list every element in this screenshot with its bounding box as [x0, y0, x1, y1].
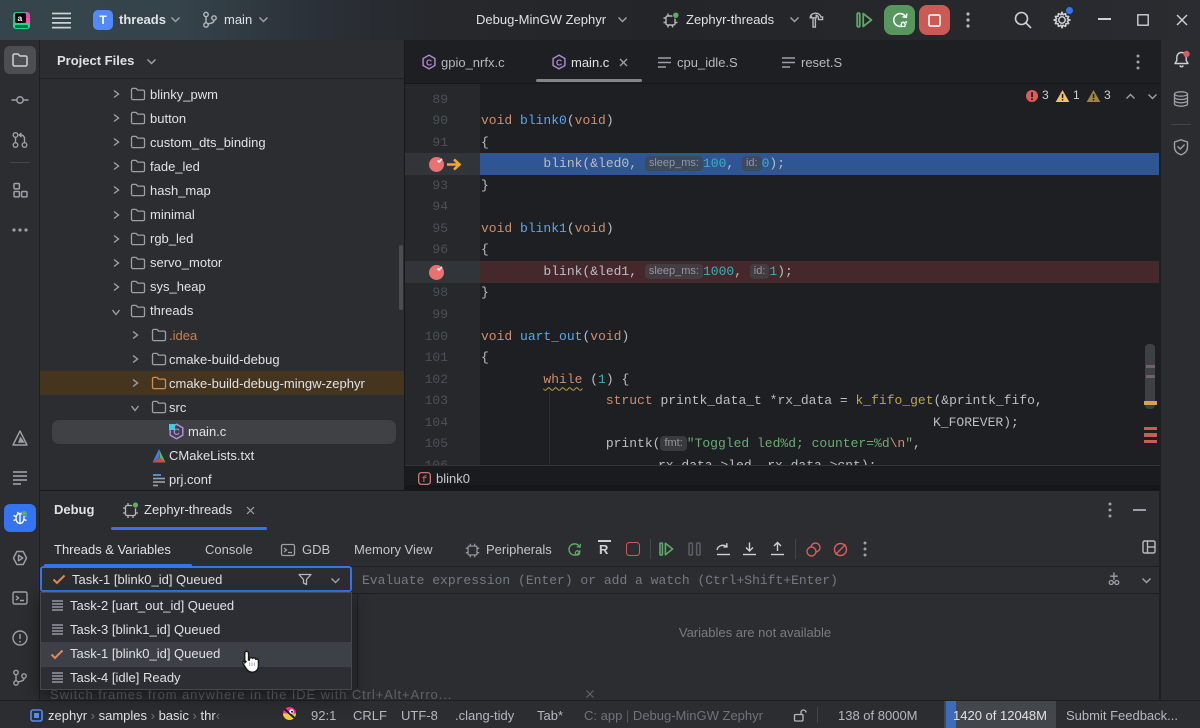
- svg-text:C: C: [556, 57, 562, 67]
- svg-text:C: C: [426, 57, 432, 67]
- svg-text:f: f: [422, 474, 428, 485]
